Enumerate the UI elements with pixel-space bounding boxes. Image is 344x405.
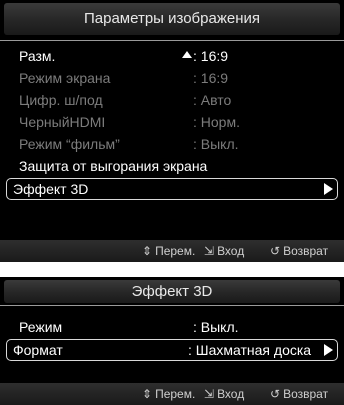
up-arrow-icon — [182, 51, 192, 58]
menu-item-burn-protection[interactable]: Защита от выгорания экрана — [8, 155, 336, 177]
menu-rows: Режим : Выкл. Формат : Шахматная доска — [0, 306, 344, 361]
footer-move: ⇕ Перем. — [142, 240, 195, 262]
up-down-arrows-icon: ⇕ — [142, 387, 153, 401]
menu-title: Эффект 3D — [4, 280, 340, 303]
footer-enter: ⇲ Вход — [204, 240, 244, 262]
menu-item-label: Режим экрана — [19, 70, 111, 86]
menu-item-film-mode: Режим “фильм” : Выкл. — [8, 133, 336, 155]
up-down-arrows-icon: ⇕ — [142, 244, 153, 258]
menu-rows: Разм. : 16:9 Режим экрана : 16:9 Цифр. ш… — [0, 41, 344, 200]
return-icon: ↺ — [270, 244, 281, 258]
menu-item-label: Цифр. ш/под — [19, 92, 103, 108]
enter-icon: ⇲ — [204, 244, 215, 258]
menu-item-label: Разм. — [19, 48, 56, 64]
menu-item-label: Эффект 3D — [13, 181, 89, 197]
menu-item-digital-nr: Цифр. ш/под : Авто — [8, 89, 336, 111]
menu-item-value: : Норм. — [193, 114, 240, 130]
menu-item-label: ЧерныйHDMI — [19, 114, 106, 130]
menu-item-size[interactable]: Разм. : 16:9 — [8, 45, 336, 67]
menu-item-label: Режим — [19, 319, 63, 335]
menu-footer: ⇕ Перем. ⇲ Вход ↺ Возврат — [0, 383, 344, 405]
footer-move: ⇕ Перем. — [142, 383, 195, 405]
menu-item-value: : Выкл. — [193, 319, 239, 335]
menu-item-screen-mode: Режим экрана : 16:9 — [8, 67, 336, 89]
menu-item-label: Режим “фильм” — [19, 136, 120, 152]
menu-item-value: : Авто — [193, 92, 232, 108]
menu-title: Параметры изображения — [4, 3, 340, 35]
menu-item-label: Формат — [13, 342, 63, 358]
return-icon: ↺ — [270, 387, 281, 401]
menu-item-hdmi-black-level: ЧерныйHDMI : Норм. — [8, 111, 336, 133]
footer-return: ↺ Возврат — [270, 383, 328, 405]
enter-icon: ⇲ — [204, 387, 215, 401]
menu-item-3d-effect[interactable]: Эффект 3D — [6, 178, 338, 200]
menu-item-value: : 16:9 — [193, 70, 229, 86]
menu-item-3d-mode[interactable]: Режим : Выкл. — [8, 316, 336, 338]
footer-return: ↺ Возврат — [270, 240, 328, 262]
3d-effect-menu: Эффект 3D Режим : Выкл. Формат : Шахматн… — [0, 277, 344, 405]
menu-footer: ⇕ Перем. ⇲ Вход ↺ Возврат — [0, 240, 344, 262]
right-arrow-icon — [324, 183, 333, 195]
picture-options-menu: Параметры изображения Разм. : 16:9 Режим… — [0, 0, 344, 262]
menu-item-label: Защита от выгорания экрана — [19, 158, 208, 174]
menu-item-value: : Выкл. — [193, 136, 239, 152]
right-arrow-icon — [324, 344, 333, 356]
menu-item-value: : Шахматная доска — [188, 342, 312, 358]
menu-item-value: : 16:9 — [193, 48, 229, 64]
menu-item-3d-format[interactable]: Формат : Шахматная доска — [6, 339, 338, 361]
footer-enter: ⇲ Вход — [204, 383, 244, 405]
